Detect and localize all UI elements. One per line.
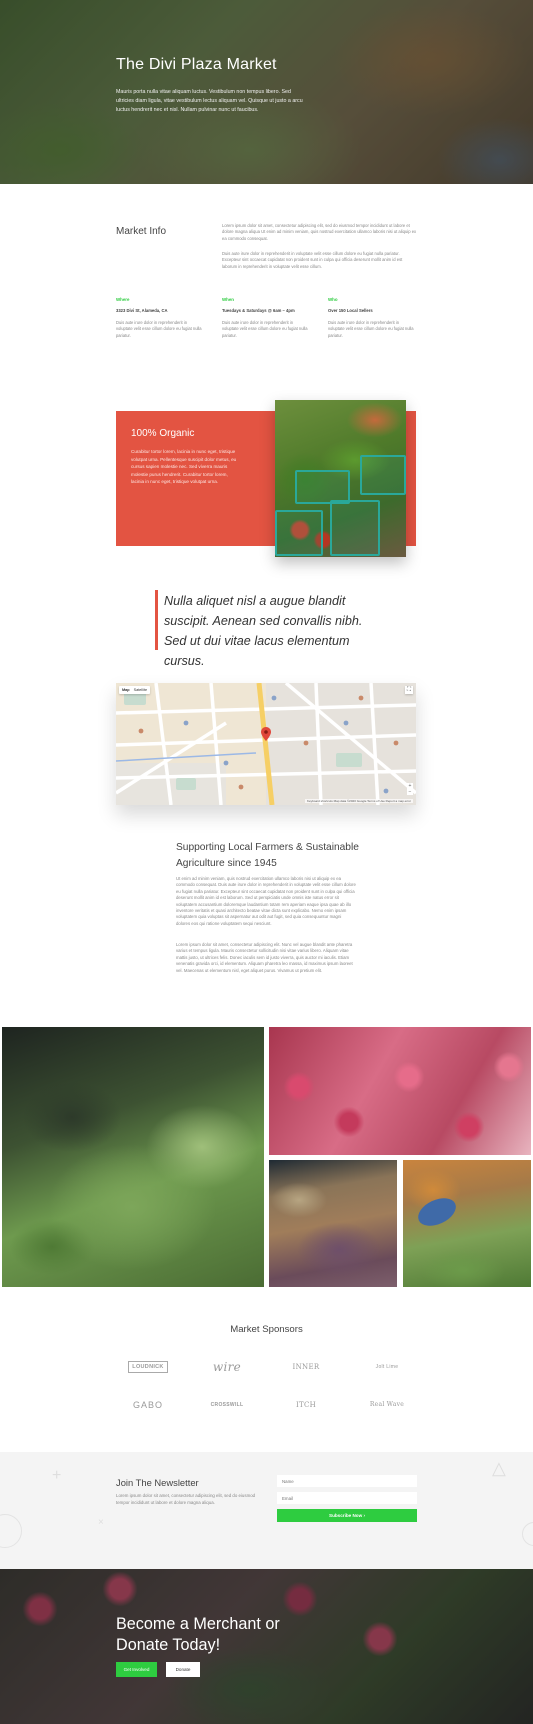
- cross-icon: ×: [98, 1517, 104, 1528]
- fullscreen-icon[interactable]: ⛶: [405, 686, 413, 694]
- info-label: Where: [116, 297, 130, 302]
- story-title: Supporting Local Farmers & Sustainable A…: [176, 842, 359, 869]
- quote-accent-bar: [155, 590, 158, 650]
- gallery-image-potatoes[interactable]: [269, 1160, 397, 1287]
- organic-title: 100% Organic: [131, 428, 195, 439]
- story-paragraph: Lorem ipsum dolor sit amet, consectetur …: [176, 942, 353, 973]
- gallery-image-greens[interactable]: [2, 1027, 264, 1287]
- info-description: Duis aute irure dolor in reprehenderit i…: [116, 320, 202, 338]
- circle-icon: [522, 1522, 533, 1546]
- name-field[interactable]: [277, 1475, 417, 1487]
- map-tab[interactable]: Map: [122, 688, 130, 692]
- satellite-tab[interactable]: Satellite: [134, 688, 148, 692]
- sponsor-logo: Real Wave: [369, 1401, 405, 1408]
- market-info-paragraph: Duis aute irure dolor in reprehenderit i…: [222, 251, 403, 269]
- get-involved-button[interactable]: Get Involved: [116, 1662, 157, 1677]
- info-value: 3323 Divi St, Alameda, CA: [116, 308, 168, 313]
- vegetables-photo: [275, 400, 406, 557]
- blockquote: Nulla aliquet nisl a augue blandit susci…: [164, 594, 363, 668]
- info-column-where: Where 3323 Divi St, Alameda, CA Duis aut…: [116, 297, 204, 339]
- info-description: Duis aute irure dolor in reprehenderit i…: [328, 320, 414, 338]
- circle-icon: [0, 1514, 22, 1548]
- info-value: Tuesdays & Saturdays @ 6am – 4pm: [222, 308, 295, 313]
- sponsors-title: Market Sponsors: [230, 1324, 303, 1335]
- gallery-image-radishes[interactable]: [269, 1027, 531, 1155]
- map-type-control[interactable]: Map Satellite: [119, 686, 151, 694]
- info-description: Duis aute irure dolor in reprehenderit i…: [222, 320, 308, 338]
- info-label: When: [222, 297, 234, 302]
- market-info-paragraph: Lorem ipsum dolor sit amet, consectetur …: [222, 223, 417, 241]
- map-streets: [116, 683, 416, 805]
- info-column-when: When Tuesdays & Saturdays @ 6am – 4pm Du…: [222, 297, 310, 339]
- donate-button[interactable]: Donate: [166, 1662, 200, 1677]
- google-map[interactable]: Map Satellite ⛶ + − Keyboard shortcuts Map…: [116, 683, 416, 805]
- gallery-image-beans[interactable]: [403, 1160, 531, 1287]
- triangle-icon: △: [492, 1458, 506, 1478]
- hero-title: The Divi Plaza Market: [116, 56, 277, 73]
- email-field[interactable]: [277, 1492, 417, 1504]
- newsletter-section: + × △: [0, 1452, 533, 1569]
- newsletter-text: Lorem ipsum dolor sit amet, consectetur …: [116, 1493, 256, 1505]
- info-column-who: Who Over 150 Local Sellers Duis aute iru…: [328, 297, 416, 339]
- organic-text: Curabitur tortor lorem, lacinia in nunc …: [131, 449, 237, 484]
- info-label: Who: [328, 297, 338, 302]
- sponsor-logo: Jolt Lime: [375, 1364, 399, 1370]
- cta-title: Become a Merchant or Donate Today!: [116, 1615, 280, 1654]
- sponsor-logo: CROSSWILL: [210, 1402, 244, 1408]
- sponsor-logo: LOUDNICK: [128, 1361, 168, 1373]
- plus-icon: +: [52, 1467, 62, 1484]
- hero-text: Mauris porta nulla vitae aliquam luctus.…: [116, 89, 303, 113]
- zoom-control[interactable]: + −: [407, 783, 413, 795]
- page: The Divi Plaza Market Mauris porta nulla…: [0, 0, 533, 1724]
- sponsor-logo: wire: [212, 1360, 242, 1374]
- story-paragraph: Ut enim ad minim veniam, quis nostrud ex…: [176, 876, 356, 926]
- sponsor-logo: ITCH: [295, 1401, 317, 1409]
- sponsor-logo: INNER: [292, 1363, 320, 1371]
- subscribe-button[interactable]: Subscribe Now ›: [277, 1509, 417, 1522]
- newsletter-title: Join The Newsletter: [116, 1477, 199, 1488]
- market-info-title: Market Info: [116, 226, 167, 237]
- map-attribution: Keyboard shortcuts Map data ©2020 Google…: [304, 799, 413, 803]
- sponsor-logo: GABO: [132, 1400, 163, 1410]
- map-pin-icon[interactable]: [261, 727, 271, 741]
- info-value: Over 150 Local Sellers: [328, 308, 373, 313]
